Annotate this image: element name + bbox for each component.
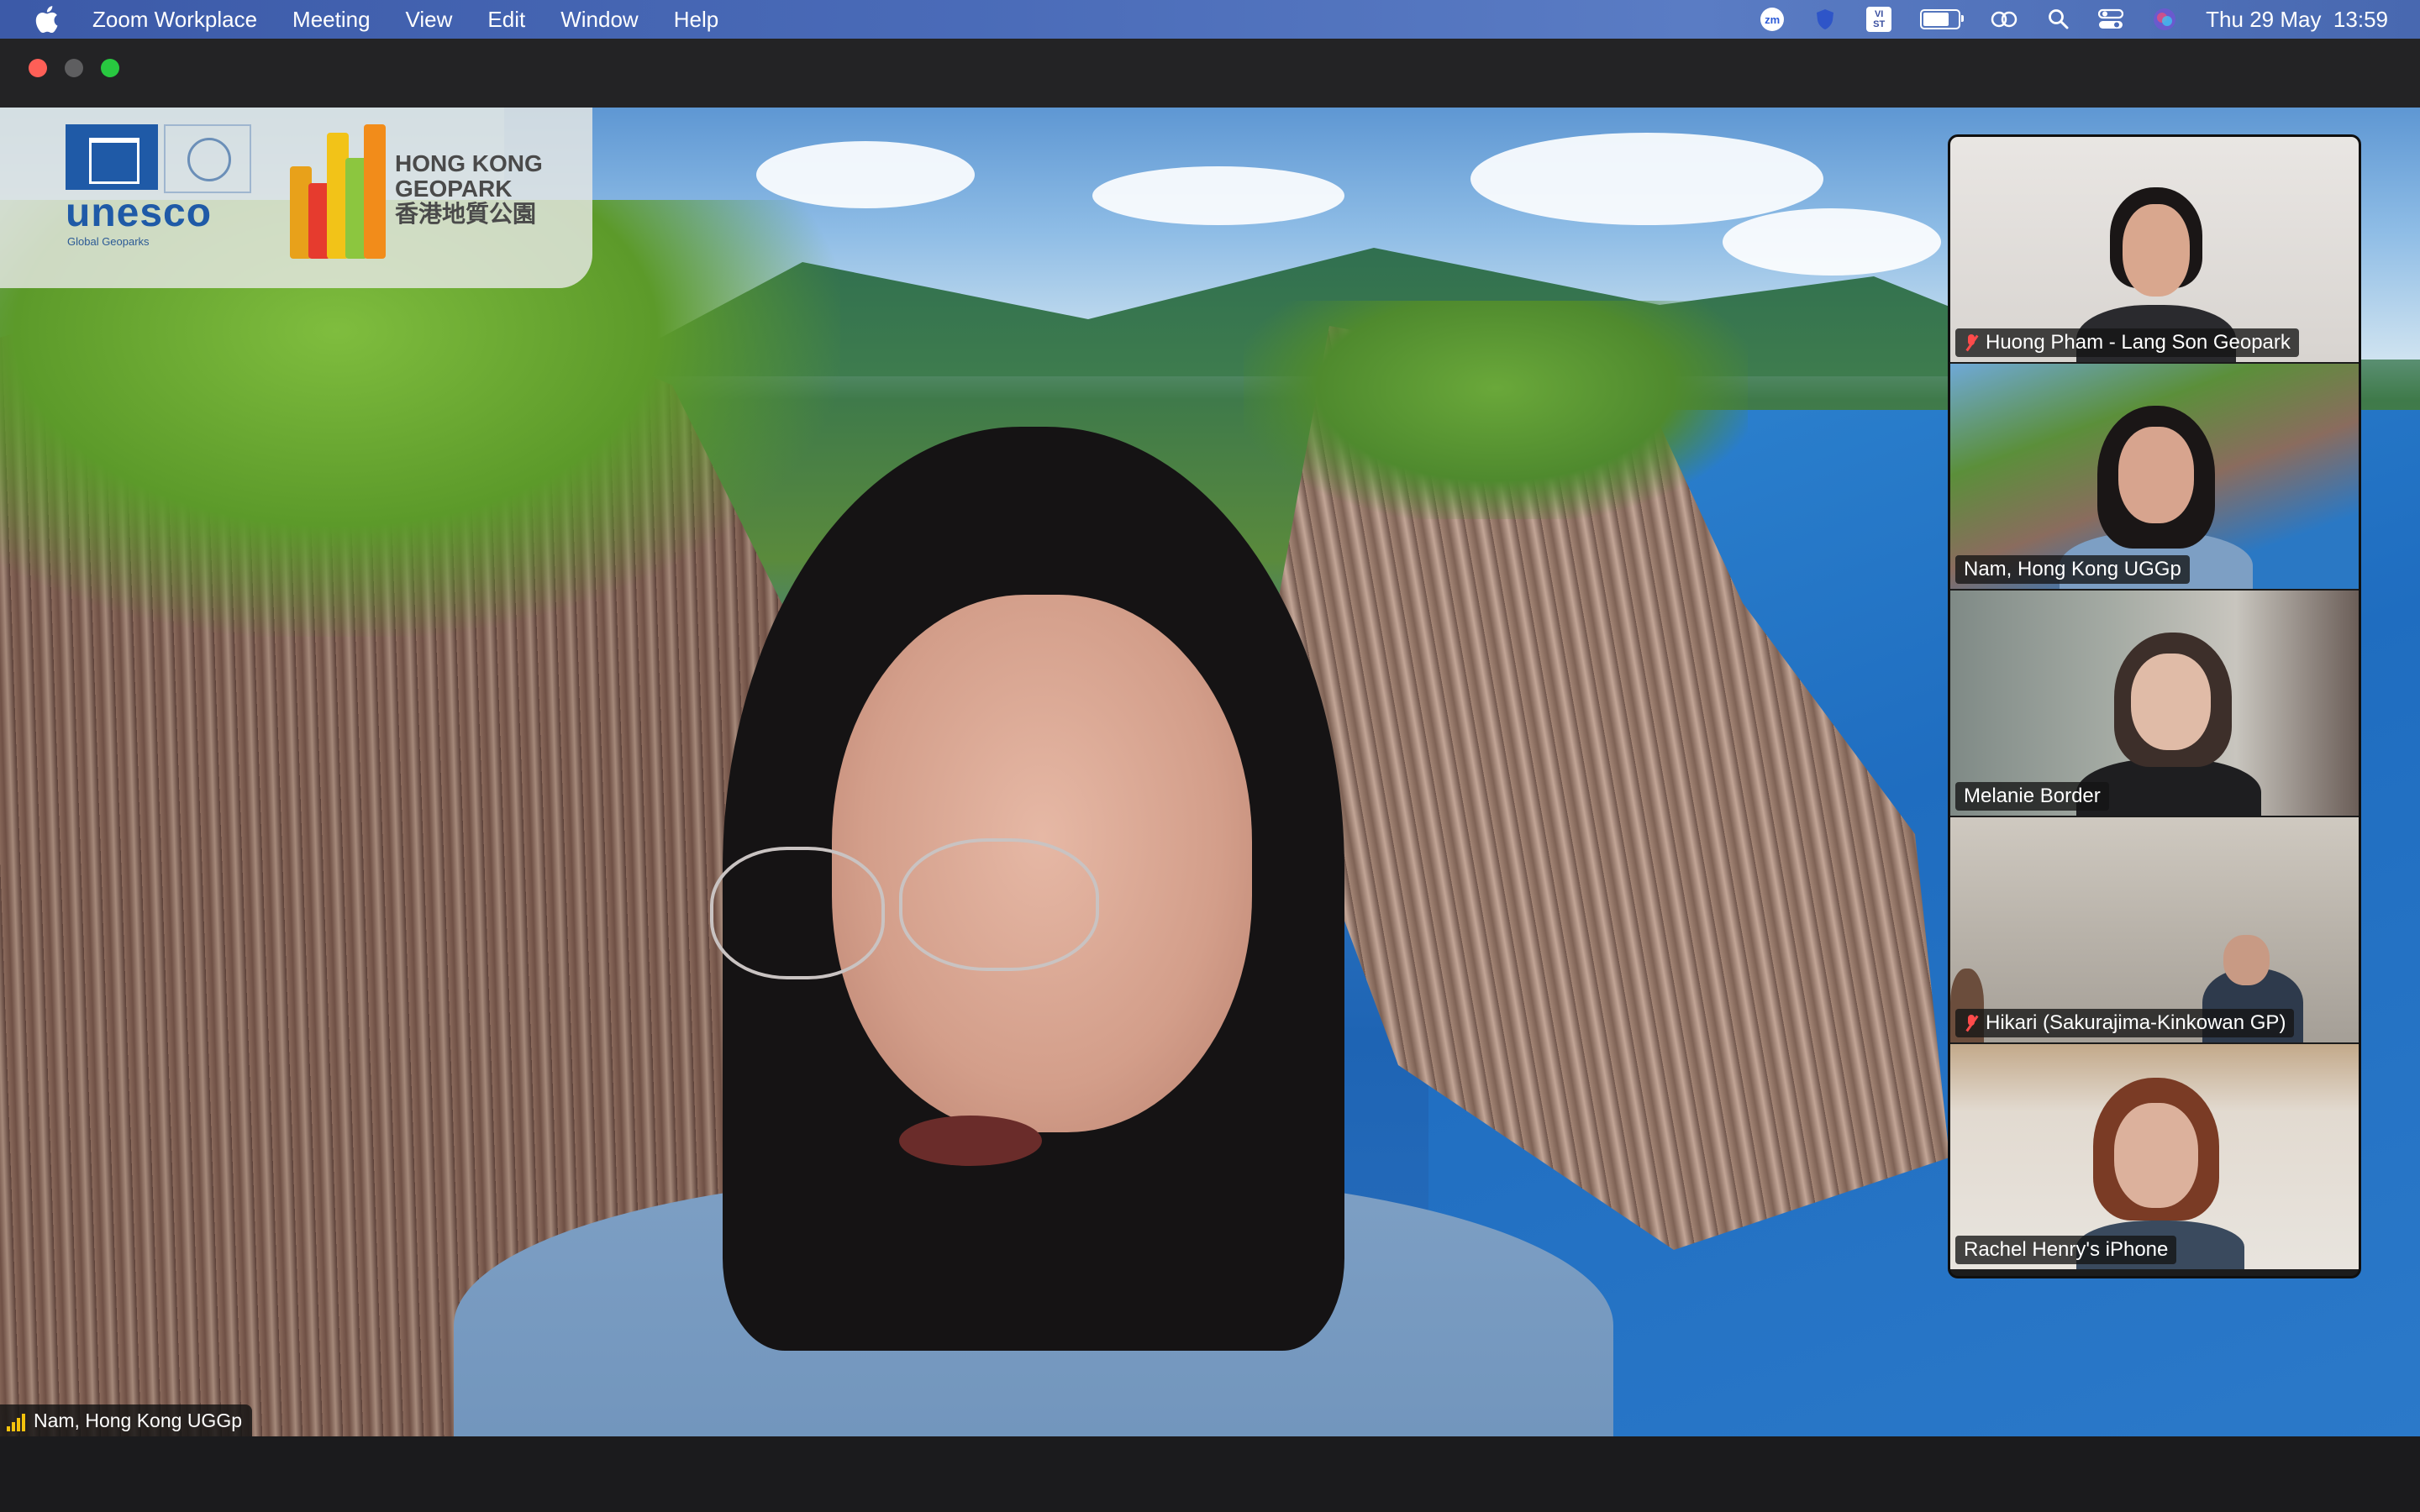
menubar-date: Thu 29 May [2206,6,2322,32]
main-speaker-name: Nam, Hong Kong UGGp [34,1409,243,1431]
minimize-window-button[interactable] [65,59,83,77]
window-titlebar [0,39,2420,108]
participant-name: Melanie Border [1964,785,2101,807]
geopark-line2: GEOPARK [395,176,513,202]
screen-mirroring-icon[interactable] [1989,8,2019,31]
status-area: zm VI ST Thu 29 May 13:59 [1732,0,2420,39]
vist-badge-bottom: ST [1873,19,1886,29]
close-window-button[interactable] [29,59,47,77]
participant-name-label: Nam, Hong Kong UGGp [1955,555,2190,584]
bottom-toolbar-area [0,1436,2420,1512]
battery-icon[interactable] [1920,9,1965,29]
unesco-temple-icon [89,138,139,184]
participant-name-label: Rachel Henry's iPhone [1955,1236,2177,1264]
participant-name: Hikari (Sakurajima-Kinkowan GP) [1986,1011,2286,1034]
mic-muted-icon [1964,333,1979,352]
menu-bar: Zoom Workplace Meeting View Edit Window … [0,0,2420,39]
geopark-line3: 香港地質公園 [395,201,537,227]
main-speaker-name-label: Nam, Hong Kong UGGp [0,1404,253,1436]
menubar-time: 13:59 [2333,6,2388,32]
participant-tile[interactable]: Rachel Henry's iPhone [1950,1044,2359,1269]
participant-name-label: Huong Pham - Lang Son Geopark [1955,328,2299,357]
speaker-mouth [899,1116,1042,1166]
global-geoparks-icon [164,124,251,193]
vist-app-icon[interactable]: VI ST [1866,7,1892,32]
battery-fill [1923,13,1949,26]
vist-badge-top: VI [1874,9,1884,19]
menu-window[interactable]: Window [560,7,638,33]
speaker-person [454,326,1613,1436]
participant-thumbnail-strip: Huong Pham - Lang Son Geopark Nam, Hong … [1948,134,2361,1278]
cloud [1092,166,1344,225]
siri-icon[interactable] [2152,7,2177,32]
menu-app-name[interactable]: Zoom Workplace [92,7,257,33]
cloud [1470,133,1823,225]
unesco-logo [66,124,158,190]
participant-name-label: Melanie Border [1955,782,2109,811]
control-center-icon[interactable] [2098,8,2124,30]
search-icon[interactable] [2048,8,2070,30]
participant-name-label: Hikari (Sakurajima-Kinkowan GP) [1955,1009,2295,1037]
menubar-clock[interactable]: Thu 29 May 13:59 [2206,7,2388,33]
cloud [1723,208,1941,276]
menu-edit[interactable]: Edit [487,7,525,33]
menu-view[interactable]: View [406,7,453,33]
cloud [756,141,975,208]
apple-icon[interactable] [34,5,59,34]
participant-tile[interactable]: Huong Pham - Lang Son Geopark [1950,137,2359,362]
geopark-line1: HONG KONG [395,150,543,176]
logo-banner: unesco Global Geoparks HONG KONG GEOPARK… [0,108,592,288]
geopark-wordmark: HONG KONG GEOPARK 香港地質公園 [395,151,543,227]
glasses-right-lens [899,838,1099,971]
zoom-status-icon[interactable]: zm [1760,8,1785,31]
participant-name: Rachel Henry's iPhone [1964,1238,2169,1261]
unesco-wordmark: unesco [66,191,213,235]
shield-icon[interactable] [1812,7,1838,32]
fullscreen-window-button[interactable] [101,59,119,77]
glasses-left-lens [710,847,885,979]
connection-signal-icon [7,1413,29,1431]
menu-meeting[interactable]: Meeting [292,7,371,33]
participant-name: Huong Pham - Lang Son Geopark [1986,331,2291,354]
participant-tile[interactable]: Hikari (Sakurajima-Kinkowan GP) [1950,817,2359,1042]
mic-muted-icon [1964,1014,1979,1032]
menu-help[interactable]: Help [674,7,718,33]
participant-name: Nam, Hong Kong UGGp [1964,558,2181,580]
participant-tile-active-speaker[interactable]: Nam, Hong Kong UGGp [1950,364,2359,589]
participant-tile[interactable]: Melanie Border [1950,591,2359,816]
unesco-subtitle: Global Geoparks [67,235,150,248]
geopark-logo-icon [290,116,391,259]
